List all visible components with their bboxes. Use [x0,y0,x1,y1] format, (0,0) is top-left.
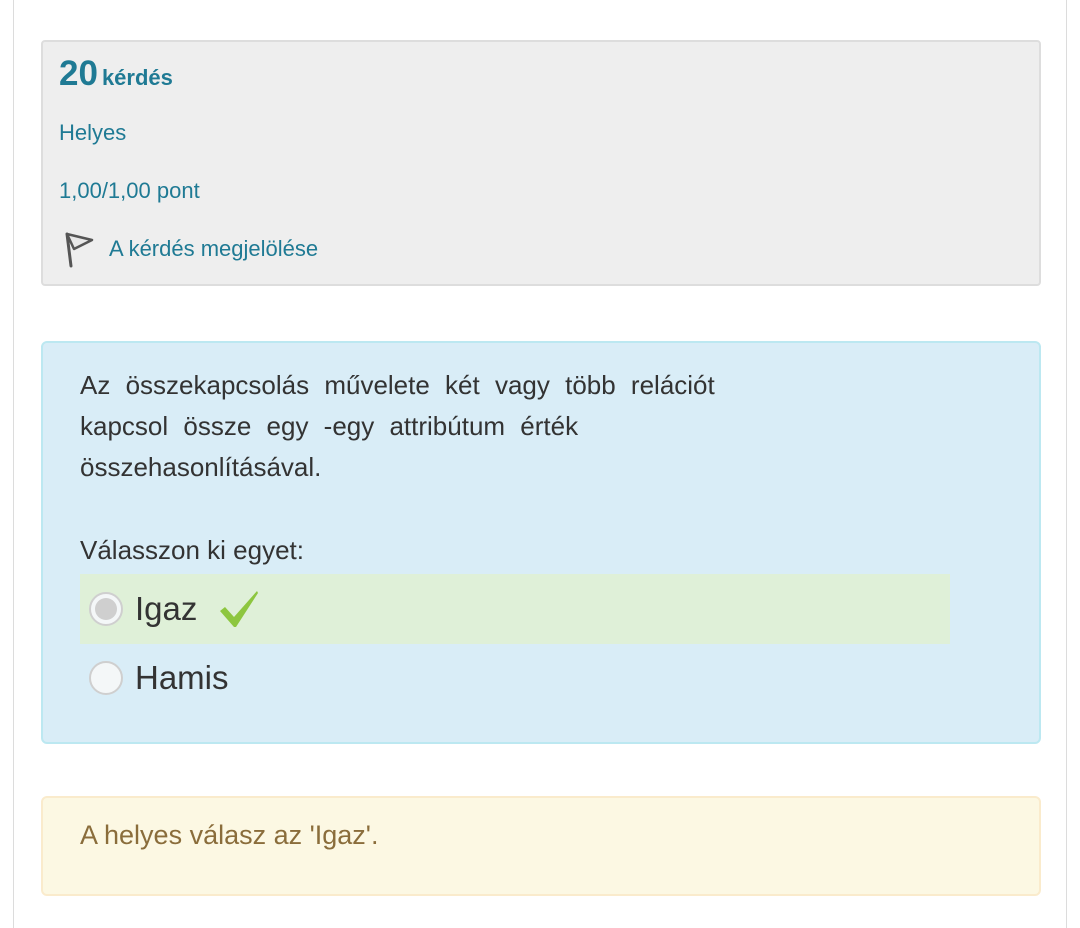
check-icon [220,591,259,627]
question-text-line: Az összekapcsolás művelete két vagy több… [80,370,715,400]
question-number-label: kérdés [101,65,173,90]
answer-radio-igaz[interactable] [89,592,123,626]
answer-option-igaz[interactable]: Igaz [80,574,950,644]
question-text-line: kapcsol össze egy -egy attribútum érték [80,411,579,441]
flag-question-button[interactable]: A kérdés megjelölése [61,230,318,268]
question-content: Az összekapcsolás művelete két vagy több… [41,341,1041,744]
answer-label-hamis: Hamis [135,659,229,696]
question-info-panel: 20 kérdés Helyes 1,00/1,00 pont A kérdés … [41,40,1041,286]
question-number-value: 20 [59,54,98,93]
question-grade: 1,00/1,00 pont [59,178,200,203]
radio-selected-dot [95,598,117,620]
answer-radio-hamis[interactable] [89,661,123,695]
feedback-panel: A helyes válasz az 'Igaz'. [41,796,1041,896]
right-answer-text: A helyes válasz az 'Igaz'. [80,820,379,850]
flag-question-label: A kérdés megjelölése [109,236,319,261]
question-state: Helyes [59,120,127,145]
answer-prompt: Válasszon ki egyet: [80,535,305,565]
answer-label-igaz: Igaz [135,590,198,627]
question-text: Az összekapcsolás művelete két vagy több… [80,365,830,488]
question-number: 20 kérdés [59,54,173,94]
flag-icon [65,232,94,268]
question-text-line: összehasonlításával. [80,452,322,482]
answer-option-hamis[interactable]: Hamis [80,643,950,713]
